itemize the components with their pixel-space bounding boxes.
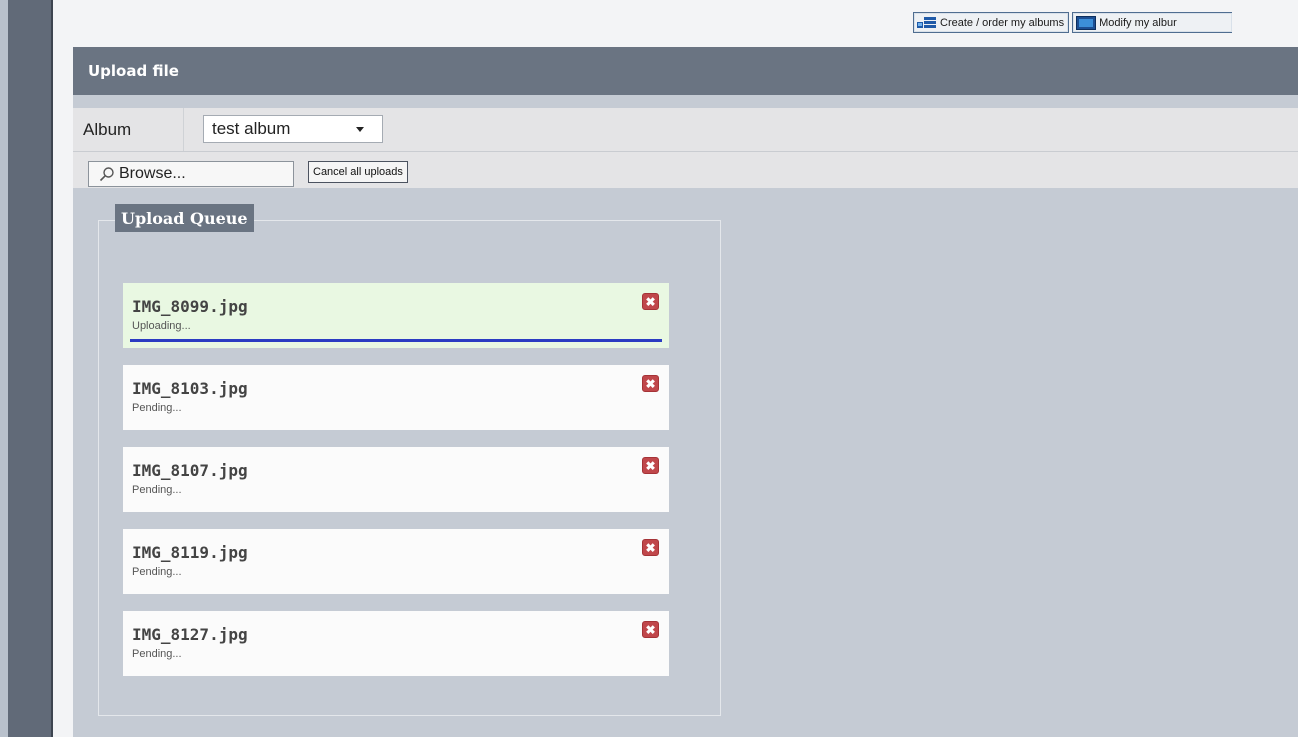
queue-item: IMG_8127.jpg Pending... ✖ — [123, 611, 669, 676]
chevron-down-icon — [356, 127, 364, 132]
upload-progress-bar — [130, 339, 662, 342]
upload-panel-header: Upload file — [73, 47, 1298, 95]
album-select[interactable]: test album — [203, 115, 383, 143]
top-toolbar: Create / order my albums Modify my albur — [913, 12, 1233, 33]
left-edge — [0, 0, 8, 737]
upload-panel-body: Album test album Browse... Cancel all up… — [73, 95, 1298, 737]
albums-icon — [917, 16, 937, 29]
album-row: Album test album — [73, 108, 1298, 152]
queue-item-status: Pending... — [132, 402, 182, 414]
modify-album-icon — [1076, 15, 1097, 30]
remove-icon[interactable]: ✖ — [642, 293, 659, 310]
queue-item: IMG_8099.jpg Uploading... ✖ — [123, 283, 669, 348]
queue-item-filename: IMG_8107.jpg — [132, 461, 248, 480]
upload-queue-title: Upload Queue — [121, 208, 248, 228]
upload-queue-legend: Upload Queue — [115, 204, 254, 232]
page-content: Create / order my albums Modify my albur… — [53, 0, 1298, 737]
queue-item-filename: IMG_8127.jpg — [132, 625, 248, 644]
queue-item: IMG_8107.jpg Pending... ✖ — [123, 447, 669, 512]
page-title: Upload file — [88, 62, 179, 80]
create-order-albums-label: Create / order my albums — [940, 16, 1065, 29]
queue-item-filename: IMG_8103.jpg — [132, 379, 248, 398]
album-divider — [183, 108, 184, 151]
create-order-albums-button[interactable]: Create / order my albums — [913, 12, 1070, 33]
remove-icon[interactable]: ✖ — [642, 457, 659, 474]
album-select-value: test album — [212, 119, 291, 138]
queue-item: IMG_8103.jpg Pending... ✖ — [123, 365, 669, 430]
remove-icon[interactable]: ✖ — [642, 539, 659, 556]
queue-item-status: Uploading... — [132, 320, 191, 332]
remove-icon[interactable]: ✖ — [642, 621, 659, 638]
album-label: Album — [83, 120, 132, 139]
search-icon — [99, 167, 114, 182]
remove-icon[interactable]: ✖ — [642, 375, 659, 392]
queue-item-status: Pending... — [132, 648, 182, 660]
actions-row: Browse... Cancel all uploads — [73, 152, 1298, 188]
browse-label: Browse... — [119, 165, 186, 182]
cancel-all-uploads-label: Cancel all uploads — [313, 166, 403, 178]
app-window: Create / order my albums Modify my albur… — [0, 0, 1298, 737]
queue-item-filename: IMG_8119.jpg — [132, 543, 248, 562]
queue-item-status: Pending... — [132, 484, 182, 496]
queue-item-status: Pending... — [132, 566, 182, 578]
browse-button[interactable]: Browse... — [88, 161, 294, 187]
queue-item: IMG_8119.jpg Pending... ✖ — [123, 529, 669, 594]
modify-albums-button[interactable]: Modify my albur — [1072, 12, 1233, 33]
cancel-all-uploads-button[interactable]: Cancel all uploads — [308, 161, 408, 183]
modify-albums-label: Modify my albur — [1099, 16, 1177, 29]
left-sidebar — [8, 0, 53, 737]
queue-item-filename: IMG_8099.jpg — [132, 297, 248, 316]
